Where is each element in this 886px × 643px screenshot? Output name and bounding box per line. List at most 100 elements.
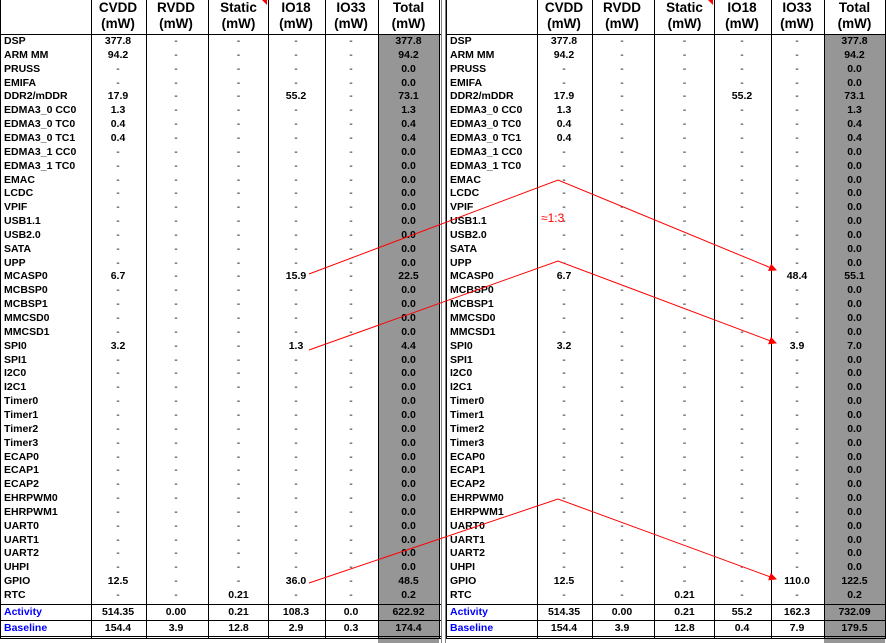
header-io33: IO33 (mW) — [771, 0, 823, 34]
table-cell: - — [562, 547, 566, 560]
table-cell: 0.4 — [110, 131, 126, 144]
table-row: GPIO 12.5 - - 36.0 - 48.5 — [0, 574, 441, 588]
table-cell: - — [562, 533, 566, 546]
table-cell: - — [174, 353, 178, 366]
table-row: USB2.0 - - - - - 0.0 — [0, 228, 441, 242]
table-cell: - — [294, 408, 298, 421]
table-row: RTC - - 0.21 - - 0.2 — [446, 588, 886, 602]
table-cell: - — [174, 492, 178, 505]
table-cell: 0.0 — [847, 464, 862, 477]
table-row: PRUSS - - - - - 0.0 — [0, 62, 441, 76]
row-label: SATA — [450, 242, 478, 255]
table-cell: - — [795, 228, 799, 241]
table-cell: 0.0 — [401, 519, 416, 532]
table-cell: - — [740, 381, 744, 394]
table-row: GPIO 12.5 - - - 110.0 122.5 — [446, 574, 886, 588]
table-cell: - — [562, 505, 566, 518]
table-cell: - — [562, 408, 566, 421]
table-cell: - — [174, 104, 178, 117]
table-row: MCBSP0 - - - - - 0.0 — [0, 283, 441, 297]
table-cell: - — [174, 118, 178, 131]
table-cell: - — [682, 478, 687, 491]
table-cell: - — [562, 395, 566, 408]
table-cell: - — [116, 325, 120, 338]
table-cell: 0.0 — [401, 215, 416, 228]
grid-line — [0, 635, 441, 637]
row-label: SPI1 — [4, 353, 27, 366]
row-label: Baseline — [450, 621, 494, 634]
table-cell: 7.0 — [847, 339, 862, 352]
table-cell: - — [116, 561, 120, 574]
table-cell: - — [349, 159, 353, 172]
table-row: EDMA3_0 TC0 0.4 - - - - 0.4 — [0, 117, 441, 131]
table-cell: 55.1 — [844, 270, 865, 283]
table-cell: - — [294, 325, 298, 338]
table-cell: - — [349, 492, 353, 505]
table-cell: 0.4 — [110, 118, 126, 131]
table-cell: - — [682, 118, 687, 131]
table-cell: - — [795, 201, 799, 214]
table-cell: - — [620, 270, 624, 283]
table-cell: - — [294, 505, 298, 518]
table-row: EMAC - - - - - 0.0 — [446, 173, 886, 187]
table-cell: - — [174, 62, 178, 75]
table-cell: - — [740, 561, 744, 574]
header-unit: (mW) — [725, 16, 759, 31]
table-cell: - — [795, 533, 799, 546]
table-cell: 22.5 — [398, 270, 419, 283]
table-cell: 0.0 — [401, 228, 416, 241]
table-cell: - — [740, 464, 744, 477]
table-cell: - — [795, 173, 799, 186]
table-cell: 1.3 — [847, 104, 862, 117]
table-cell: - — [236, 312, 241, 324]
grid-line — [91, 0, 92, 639]
header-unit: (mW) — [221, 16, 256, 31]
table-cell: - — [294, 464, 298, 477]
table-cell: - — [294, 104, 298, 117]
table-row: DSP 377.8 - - - - 377.8 — [446, 34, 886, 48]
table-cell: - — [174, 575, 178, 588]
table-cell: - — [174, 464, 178, 477]
table-cell: - — [294, 215, 298, 228]
table-cell: - — [795, 312, 799, 324]
row-label: Activity — [450, 605, 488, 618]
table-row: USB1.1 - - - - - 0.0 — [0, 214, 441, 228]
row-label: ECAP0 — [4, 450, 40, 463]
table-cell: - — [682, 173, 687, 186]
table-cell: - — [795, 478, 799, 491]
table-cell: 0.0 — [847, 422, 862, 435]
table-row: EDMA3_1 CC0 - - - - - 0.0 — [446, 145, 886, 159]
table-cell: 0.0 — [401, 505, 416, 518]
table-cell: - — [116, 533, 120, 546]
table-row: MMCSD0 - - - - - 0.0 — [446, 311, 886, 325]
table-row: I2C1 - - - - - 0.0 — [446, 380, 886, 394]
table-cell: - — [562, 173, 566, 186]
table-row: ARM MM 94.2 - - - - 94.2 — [0, 48, 441, 62]
table-cell: - — [349, 104, 353, 117]
table-cell: - — [294, 242, 298, 255]
table-cell: - — [682, 159, 687, 172]
header-label: CVDD — [98, 0, 138, 15]
table-cell: - — [349, 62, 353, 75]
table-cell: 0.4 — [556, 131, 572, 144]
table-cell: - — [349, 48, 353, 61]
table-cell: - — [174, 48, 178, 61]
table-cell: - — [349, 478, 353, 491]
table-cell: 0.0 — [847, 505, 862, 518]
table-cell: 377.8 — [104, 35, 132, 47]
table-cell: 0.0 — [847, 159, 862, 172]
table-cell: 4.4 — [401, 339, 416, 352]
table-cell: - — [116, 492, 120, 505]
table-cell: 0.0 — [401, 159, 416, 172]
table-cell: - — [349, 173, 353, 186]
table-cell: - — [236, 48, 241, 61]
table-cell: - — [562, 145, 566, 158]
table-cell: 0.0 — [401, 450, 416, 463]
table-cell: - — [740, 450, 744, 463]
table-cell: 0.0 — [401, 381, 416, 394]
row-label: MMCSD1 — [4, 325, 50, 338]
table-cell: - — [682, 201, 687, 214]
row-label: SPI0 — [4, 339, 27, 352]
table-cell: 48.5 — [398, 575, 419, 588]
table-cell: - — [116, 201, 120, 214]
